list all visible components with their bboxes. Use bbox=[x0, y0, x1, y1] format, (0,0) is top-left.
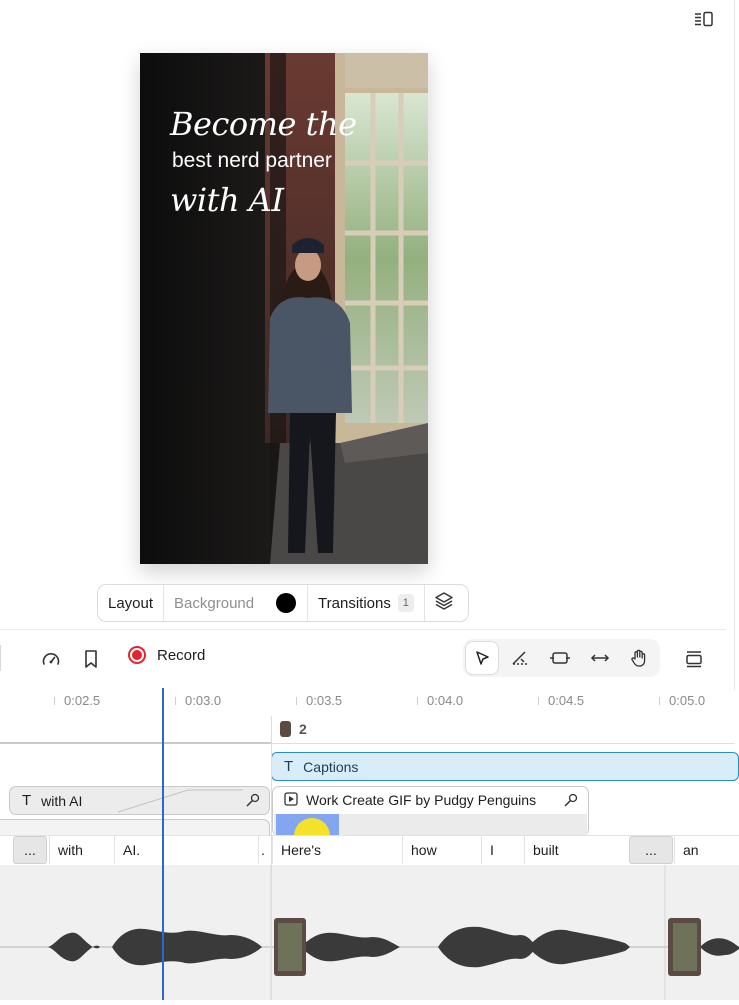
scene-properties-bar: Layout Background Transitions 1 bbox=[97, 584, 469, 622]
timeline-tool-group bbox=[463, 639, 660, 677]
captions-label: Captions bbox=[303, 758, 359, 775]
text-clip-label: with AI bbox=[41, 792, 83, 809]
audio-waveform bbox=[0, 865, 739, 1000]
transitions-count-badge: 1 bbox=[397, 594, 414, 612]
word-gap[interactable]: ... bbox=[629, 836, 673, 864]
scene-thumbnail bbox=[280, 721, 291, 737]
ruler-label: 0:04.5 bbox=[548, 693, 585, 708]
ruler-label: 0:03.5 bbox=[306, 693, 343, 708]
ruler-tick bbox=[659, 697, 660, 705]
speed-icon[interactable] bbox=[38, 646, 64, 672]
scene-1-bar[interactable] bbox=[0, 742, 271, 744]
layout-button[interactable]: Layout bbox=[98, 585, 165, 621]
background-button[interactable]: Background bbox=[164, 585, 309, 621]
ruler-label: 0:05.0 bbox=[669, 693, 706, 708]
playhead[interactable] bbox=[162, 688, 164, 1000]
fade-curve bbox=[118, 789, 243, 813]
blade-tool-icon[interactable] bbox=[504, 642, 536, 674]
word-chip[interactable]: an bbox=[674, 836, 739, 864]
ruler-label: 0:02.5 bbox=[64, 693, 101, 708]
text-icon: T bbox=[284, 758, 294, 775]
transitions-button[interactable]: Transitions 1 bbox=[308, 585, 425, 621]
layout-label: Layout bbox=[108, 594, 154, 612]
word-chip[interactable]: built bbox=[524, 836, 629, 864]
background-label: Background bbox=[174, 594, 255, 612]
record-button[interactable]: Record bbox=[128, 646, 205, 664]
hand-tool-icon[interactable] bbox=[623, 642, 655, 674]
word-chip[interactable]: AI. bbox=[114, 836, 258, 864]
caption-line-3: with AI bbox=[170, 181, 284, 219]
select-tool-icon[interactable] bbox=[466, 642, 498, 674]
word-chip[interactable]: how bbox=[402, 836, 481, 864]
ruler-tick bbox=[296, 697, 297, 705]
text-icon: T bbox=[22, 792, 32, 809]
layers-button[interactable] bbox=[425, 585, 463, 621]
divider bbox=[0, 629, 726, 630]
transcript-words-row: ... with AI. . Here's how I built ... an bbox=[0, 835, 739, 865]
ruler-tick bbox=[175, 697, 176, 705]
animation-wand-icon[interactable] bbox=[245, 792, 261, 811]
layers-icon bbox=[434, 591, 454, 615]
word-chip[interactable]: I bbox=[481, 836, 524, 864]
gif-clip-label: Work Create GIF by Pudgy Penguins bbox=[306, 792, 537, 808]
gif-thumbnail bbox=[276, 814, 339, 836]
panel-edge bbox=[734, 0, 735, 690]
audio-track[interactable] bbox=[0, 865, 739, 1000]
stretch-tool-icon[interactable] bbox=[584, 642, 616, 674]
captions-clip[interactable]: T Captions bbox=[271, 752, 739, 781]
panel-toggle-icon[interactable] bbox=[690, 6, 718, 32]
caption-line-1: Become the bbox=[170, 105, 357, 143]
toolbar-left-divider bbox=[0, 645, 1, 671]
word-chip[interactable]: Here's bbox=[272, 836, 402, 864]
scene-number: 2 bbox=[299, 721, 307, 737]
word-chip[interactable]: with bbox=[49, 836, 107, 864]
video-clip-icon bbox=[284, 792, 298, 809]
bookmark-icon[interactable] bbox=[78, 646, 104, 672]
ruler-tick bbox=[538, 697, 539, 705]
word-gap[interactable]: ... bbox=[13, 836, 47, 864]
scene-divider bbox=[271, 716, 272, 1000]
timeline-view-icon[interactable] bbox=[681, 646, 707, 672]
scene-2-bar[interactable] bbox=[272, 743, 734, 744]
record-icon bbox=[128, 646, 146, 664]
ruler-label: 0:03.0 bbox=[185, 693, 222, 708]
word-chip[interactable]: . bbox=[258, 836, 271, 864]
record-label: Record bbox=[157, 646, 206, 664]
background-color-swatch[interactable] bbox=[276, 593, 297, 613]
text-clip-lower[interactable] bbox=[0, 819, 270, 835]
slip-tool-icon[interactable] bbox=[544, 642, 576, 674]
animation-wand-icon[interactable] bbox=[563, 792, 579, 811]
video-preview[interactable]: Become the best nerd partner with AI bbox=[140, 53, 428, 564]
ruler-tick bbox=[417, 697, 418, 705]
transitions-label: Transitions bbox=[318, 594, 391, 612]
caption-line-2: best nerd partner bbox=[172, 149, 332, 172]
text-clip[interactable]: T with AI bbox=[9, 786, 270, 815]
ruler-label: 0:04.0 bbox=[427, 693, 464, 708]
ruler-tick bbox=[54, 697, 55, 705]
